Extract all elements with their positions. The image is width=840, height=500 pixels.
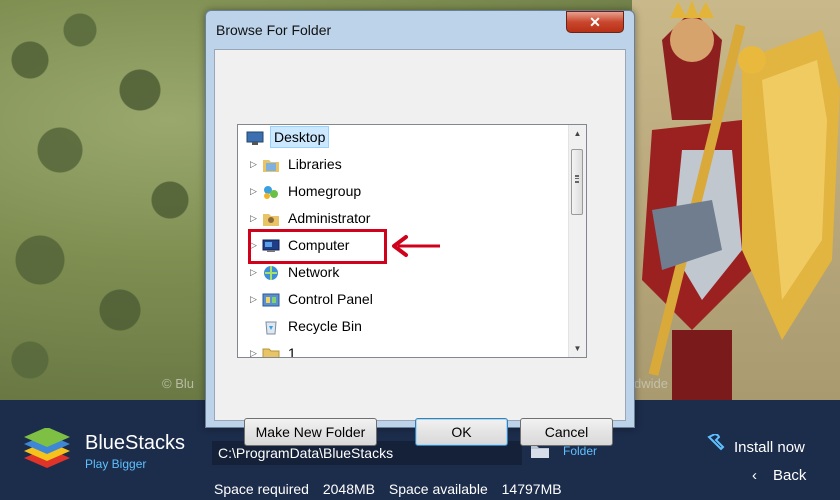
scroll-up-icon[interactable]: ▲ <box>569 125 586 142</box>
ok-button[interactable]: OK <box>415 418 508 446</box>
expand-arrow-icon[interactable]: ▷ <box>250 152 257 176</box>
watermark-left: © Blu <box>162 376 194 391</box>
space-available-value: 14797MB <box>501 481 562 497</box>
homegroup-icon <box>262 183 280 199</box>
desktop-icon <box>246 129 264 145</box>
tree-item[interactable]: Recycle Bin <box>238 314 568 338</box>
space-required-label: Space required <box>214 481 309 497</box>
install-now-button[interactable]: Install now <box>706 434 805 456</box>
brand-name: BlueStacks <box>85 432 186 454</box>
install-now-label: Install now <box>734 439 805 456</box>
tree-item-label: Libraries <box>288 156 342 172</box>
libraries-icon <box>262 156 280 172</box>
tree-scrollbar[interactable]: ▲ ▼ <box>568 125 586 357</box>
control-panel-icon <box>262 291 280 307</box>
space-required-value: 2048MB <box>322 481 375 497</box>
expand-arrow-icon[interactable]: ▷ <box>250 179 257 203</box>
tree-item-label: Administrator <box>288 210 371 226</box>
forest-artwork <box>0 0 230 400</box>
scroll-thumb[interactable] <box>571 149 583 215</box>
chevron-left-icon: ‹ <box>752 467 757 484</box>
back-button[interactable]: ‹ Back <box>752 467 806 484</box>
red-arrow-icon <box>392 235 440 257</box>
back-label: Back <box>773 467 807 484</box>
tree-item-label: Desktop <box>270 126 330 148</box>
brand-tagline: Play Bigger <box>85 457 147 471</box>
scroll-down-icon[interactable]: ▼ <box>569 340 586 357</box>
knight-artwork <box>642 0 840 400</box>
space-info: Space required 2048MB Space available 14… <box>214 481 572 497</box>
make-new-folder-button[interactable]: Make New Folder <box>244 418 377 446</box>
tree-item[interactable]: ▷ 1 <box>238 341 568 358</box>
tree-item[interactable]: ▷ Libraries <box>238 152 568 176</box>
watermark-right: dwide <box>634 376 668 391</box>
tree-item[interactable]: ▷ Homegroup <box>238 179 568 203</box>
computer-highlight-box <box>248 229 387 264</box>
bluestacks-logo-icon <box>24 428 70 468</box>
tree-item-label: Control Panel <box>288 291 373 307</box>
cancel-button[interactable]: Cancel <box>520 418 613 446</box>
expand-arrow-icon[interactable]: ▷ <box>250 287 257 311</box>
expand-arrow-icon[interactable]: ▷ <box>250 341 257 357</box>
folder-icon <box>262 345 280 357</box>
folder-link[interactable]: Folder <box>563 444 597 458</box>
tree-item[interactable]: ▷ Control Panel <box>238 287 568 311</box>
network-icon <box>262 264 280 280</box>
tree-item-label: Homegroup <box>288 183 362 199</box>
tree-item-label: Recycle Bin <box>288 318 362 334</box>
dialog-title: Browse For Folder <box>216 22 332 38</box>
tree-item[interactable]: Desktop <box>238 125 568 149</box>
expand-arrow-icon[interactable]: ▷ <box>250 206 257 230</box>
user-folder-icon <box>262 210 280 226</box>
tree-item-label: 1 <box>288 345 296 358</box>
dialog-titlebar[interactable]: Browse For Folder ✕ <box>206 11 634 49</box>
browse-folder-dialog: Browse For Folder ✕ Desktop ▷ Libraries ▷ Ho… <box>205 10 635 446</box>
wrench-icon <box>707 434 725 451</box>
tree-item[interactable]: ▷ Administrator <box>238 206 568 230</box>
recycle-bin-icon <box>262 318 280 335</box>
close-button[interactable]: ✕ <box>566 11 624 33</box>
space-available-label: Space available <box>388 481 488 497</box>
